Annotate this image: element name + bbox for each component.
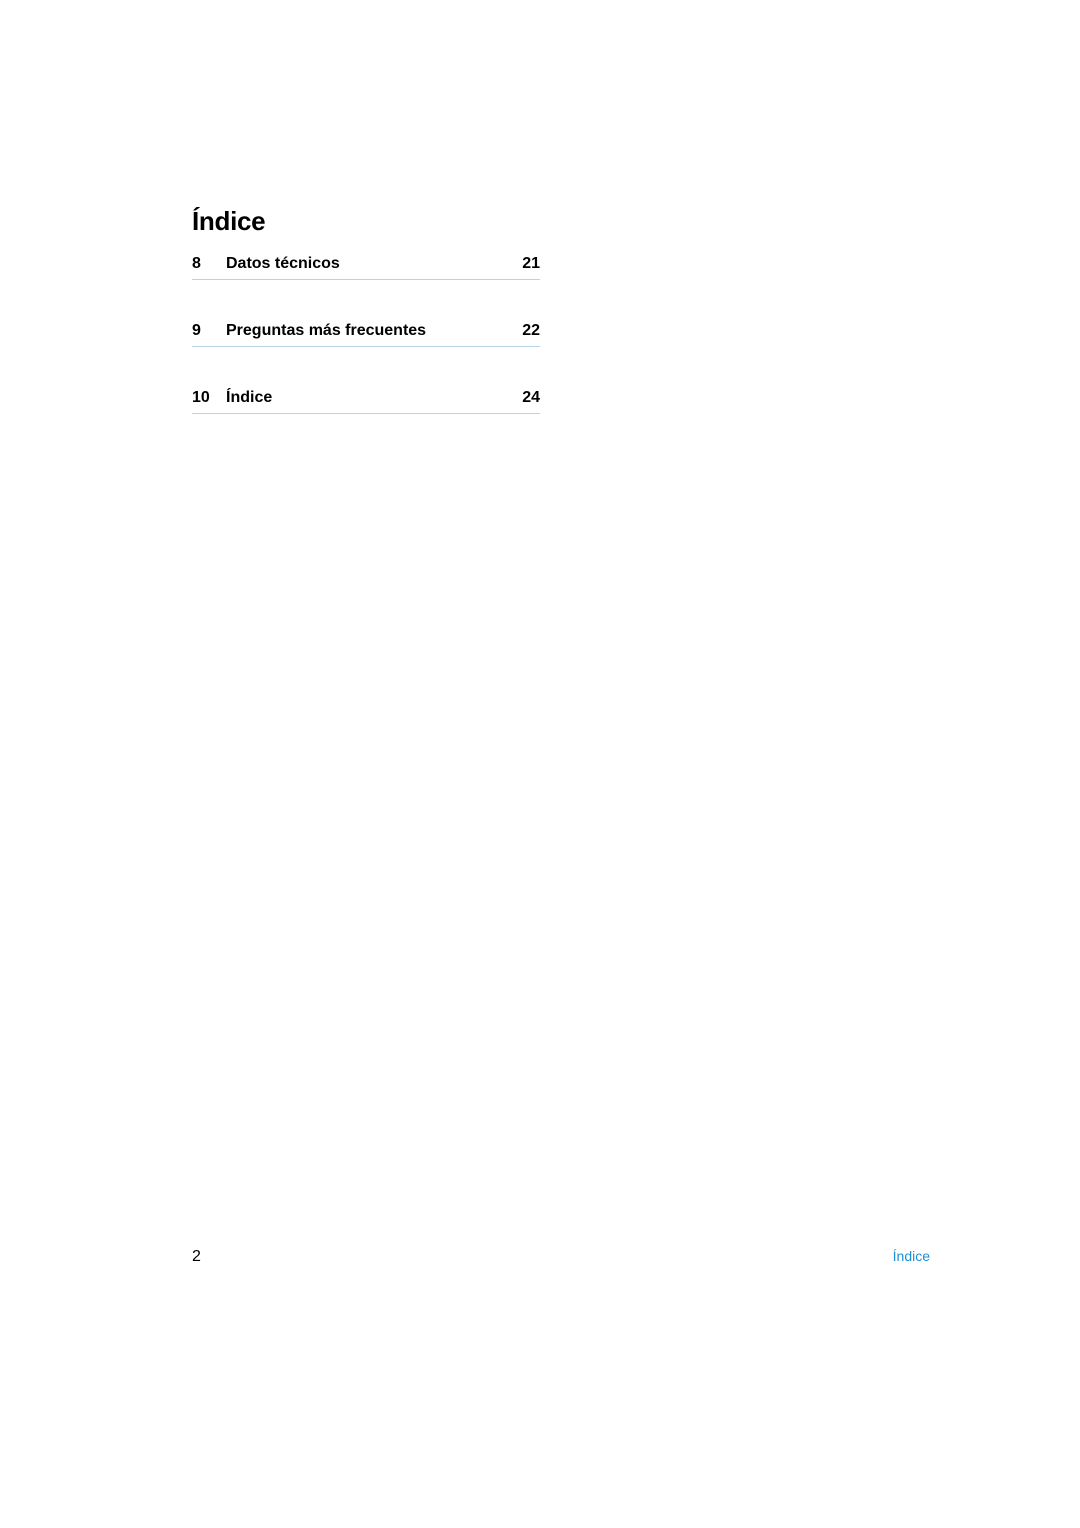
toc-entry-label: Datos técnicos bbox=[226, 255, 522, 273]
toc-entry-number: 9 bbox=[192, 322, 226, 340]
toc-entry-page: 21 bbox=[522, 255, 540, 273]
toc-entry-label: Preguntas más frecuentes bbox=[226, 322, 522, 340]
toc-entry-number: 10 bbox=[192, 389, 226, 407]
footer-section-label: Índice bbox=[893, 1248, 930, 1264]
toc-entry-page: 24 bbox=[522, 389, 540, 407]
toc-entry-page: 22 bbox=[522, 322, 540, 340]
toc-title: Índice bbox=[192, 206, 540, 237]
toc-entry-number: 8 bbox=[192, 255, 226, 273]
toc-entry-label: Índice bbox=[226, 389, 522, 407]
toc-entry[interactable]: 8 Datos técnicos 21 bbox=[192, 249, 540, 280]
toc-container: Índice 8 Datos técnicos 21 9 Preguntas m… bbox=[192, 206, 540, 414]
toc-entry[interactable]: 10 Índice 24 bbox=[192, 383, 540, 414]
toc-entry[interactable]: 9 Preguntas más frecuentes 22 bbox=[192, 316, 540, 347]
footer-page-number: 2 bbox=[192, 1248, 201, 1266]
page-footer: 2 Índice bbox=[192, 1248, 930, 1266]
